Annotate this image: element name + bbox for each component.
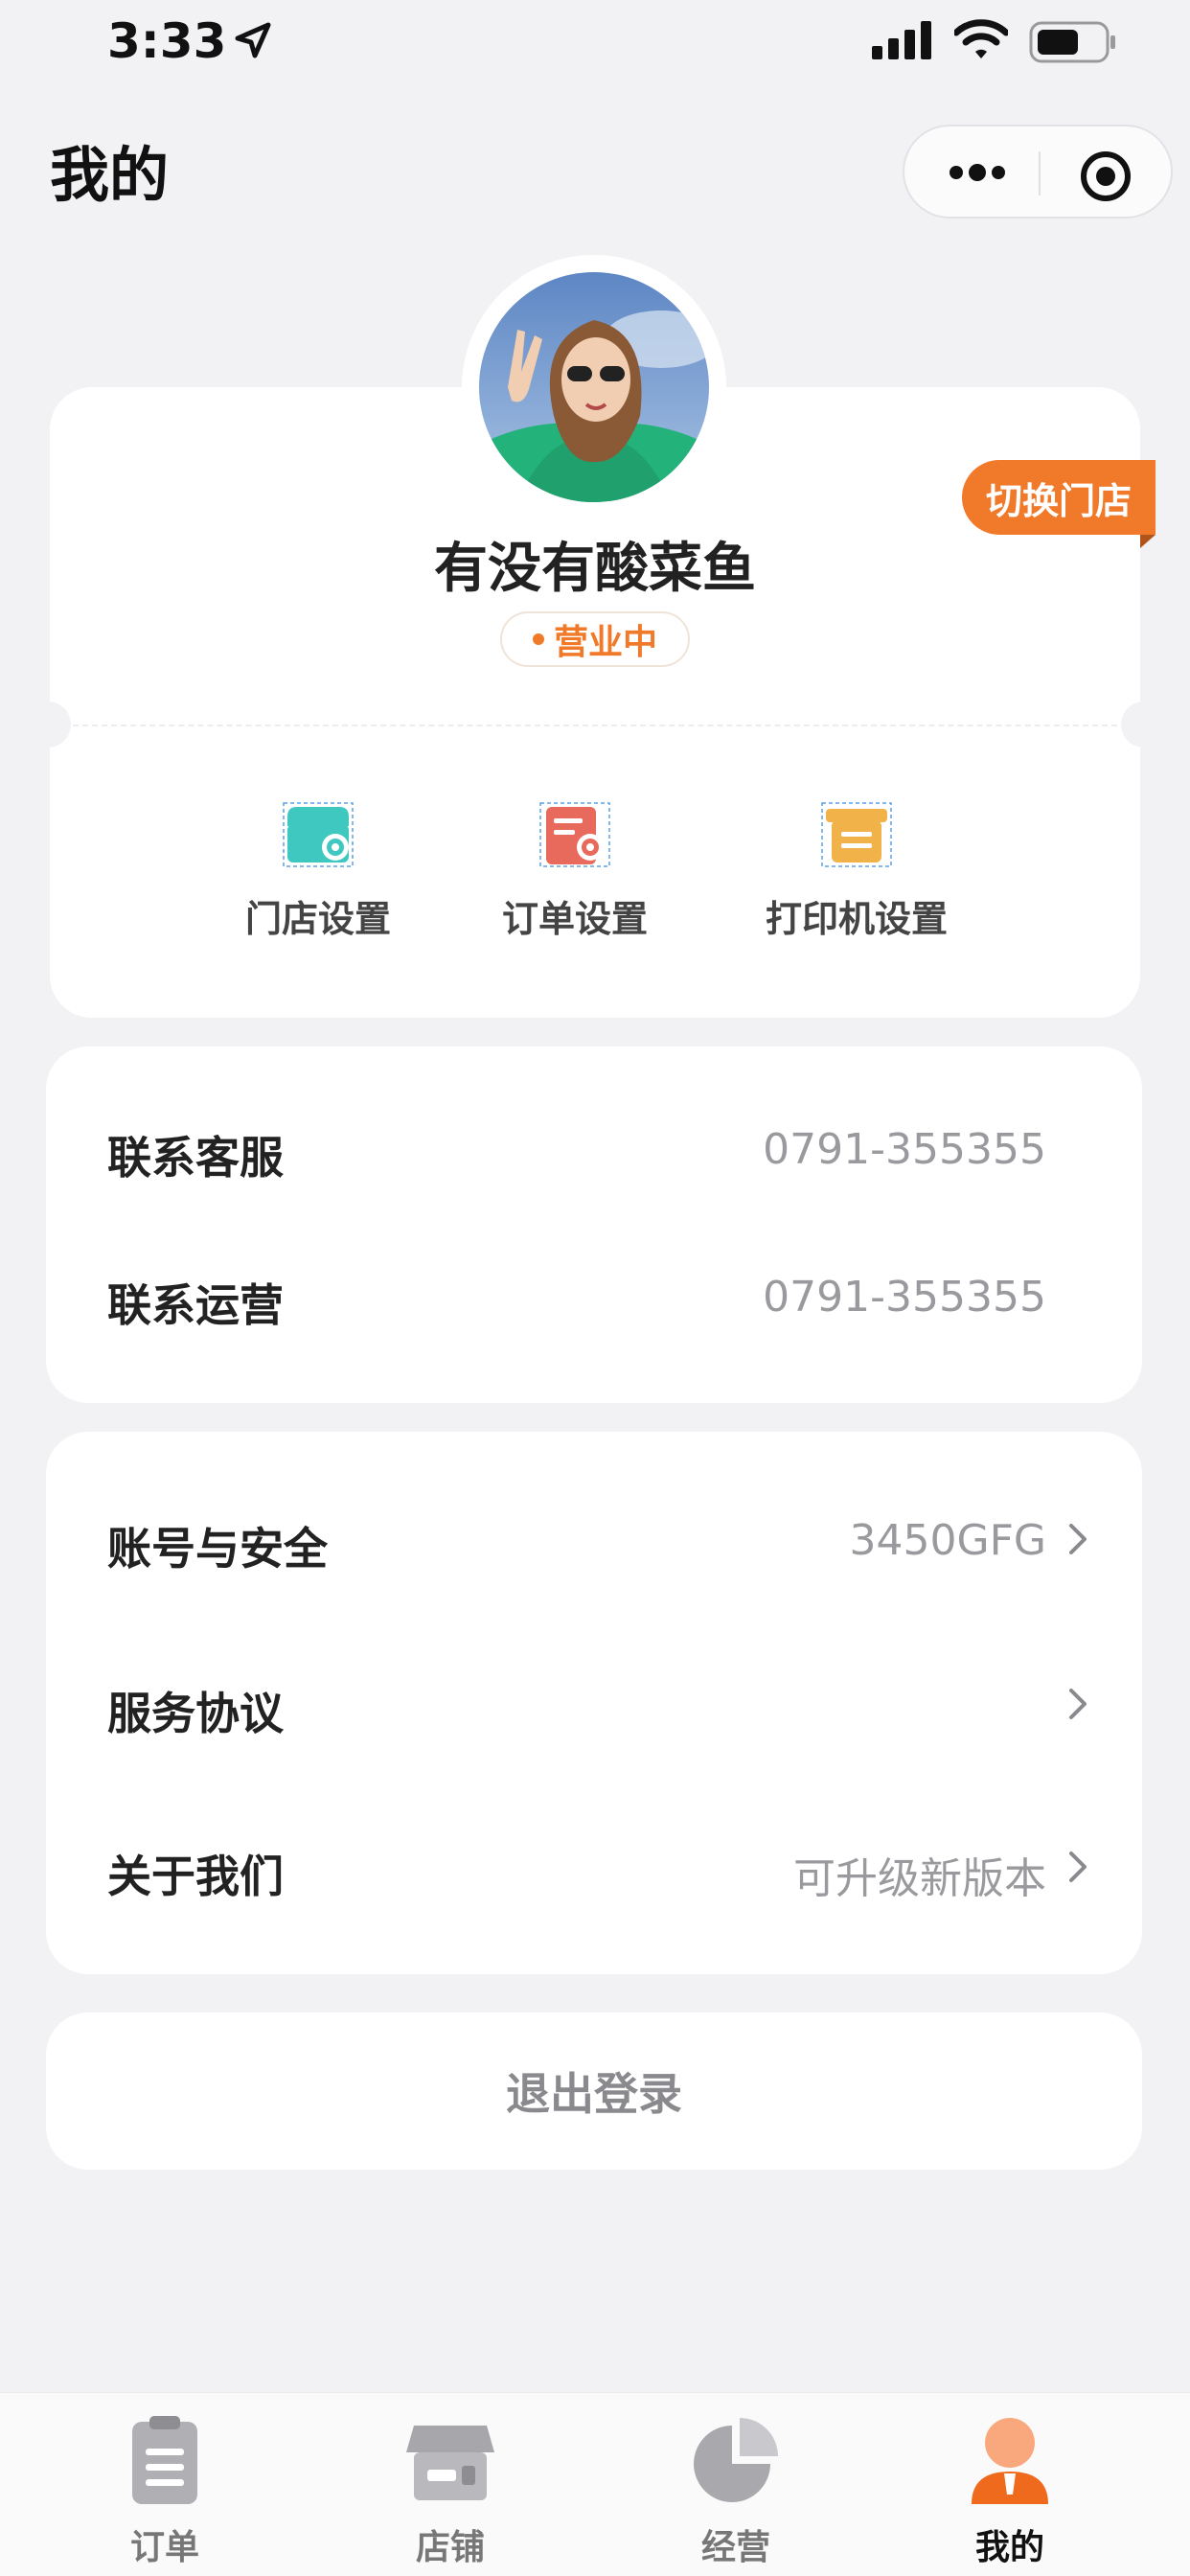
row-operations-contact[interactable]: 联系运营 0791-355355 — [46, 1248, 1142, 1344]
tab-label: 经营 — [700, 2528, 770, 2567]
shortcut-order-settings[interactable]: 订单设置 — [469, 801, 680, 942]
shortcut-label: 门店设置 — [244, 898, 391, 940]
settings-card: 账号与安全 3450GFG 服务协议 关于我们 可升级新版本 — [46, 1432, 1142, 1974]
tab-shop[interactable]: 店铺 — [355, 2412, 546, 2569]
avatar-photo — [479, 272, 709, 502]
printer-settings-icon — [821, 802, 892, 867]
card-notch-right — [1121, 702, 1167, 748]
order-clipboard-icon — [132, 2416, 197, 2504]
row-label: 服务协议 — [107, 1688, 284, 1739]
status-time: 3:33 — [107, 13, 227, 69]
switch-store-button[interactable]: 切换门店 — [962, 460, 1156, 535]
avatar[interactable] — [479, 272, 709, 502]
store-settings-icon — [283, 802, 354, 867]
row-customer-service[interactable]: 联系客服 0791-355355 — [46, 1100, 1142, 1196]
store-status-text: 营业中 — [553, 623, 657, 662]
wifi-icon — [954, 19, 1008, 58]
tab-mine[interactable]: 我的 — [914, 2412, 1106, 2569]
row-value[interactable]: 0791-355355 — [763, 1273, 1046, 1322]
more-icon[interactable] — [947, 155, 1008, 190]
row-label: 联系客服 — [107, 1132, 284, 1184]
row-account-security[interactable]: 账号与安全 3450GFG — [46, 1491, 1142, 1587]
row-service-agreement[interactable]: 服务协议 — [46, 1656, 1142, 1752]
shortcut-printer-settings[interactable]: 打印机设置 — [751, 801, 962, 942]
person-icon — [972, 2418, 1048, 2504]
tab-business[interactable]: 经营 — [640, 2412, 832, 2569]
row-label: 关于我们 — [107, 1851, 284, 1902]
capsule-divider — [1039, 151, 1041, 196]
shortcut-store-settings[interactable]: 门店设置 — [213, 801, 423, 942]
page-title: 我的 — [50, 140, 170, 210]
contact-card: 联系客服 0791-355355 联系运营 0791-355355 — [46, 1046, 1142, 1403]
location-arrow-icon — [235, 22, 271, 58]
chevron-right-icon — [1069, 1524, 1087, 1554]
shortcut-label: 订单设置 — [501, 898, 648, 940]
close-target-icon[interactable] — [1079, 150, 1133, 203]
tab-label: 订单 — [129, 2528, 199, 2567]
mini-program-capsule — [903, 125, 1173, 218]
chevron-right-icon — [1069, 1689, 1087, 1719]
store-name: 有没有酸菜鱼 — [434, 538, 756, 600]
battery-icon — [1029, 21, 1115, 63]
shortcut-label: 打印机设置 — [765, 898, 948, 940]
row-about-us[interactable]: 关于我们 可升级新版本 — [46, 1819, 1142, 1915]
row-label: 账号与安全 — [107, 1523, 328, 1575]
card-divider — [73, 724, 1117, 726]
cellular-signal-icon — [872, 21, 931, 59]
shop-icon — [406, 2426, 494, 2500]
order-settings-icon — [539, 802, 610, 867]
row-value[interactable]: 0791-355355 — [763, 1125, 1046, 1174]
tab-label: 我的 — [974, 2528, 1044, 2567]
tab-label: 店铺 — [415, 2528, 485, 2567]
logout-button[interactable]: 退出登录 — [46, 2012, 1142, 2170]
tab-bar: 订单 店铺 经营 我的 — [0, 2392, 1190, 2576]
tab-orders[interactable]: 订单 — [69, 2412, 261, 2569]
row-value: 可升级新版本 — [793, 1854, 1046, 1903]
store-status-badge: 营业中 — [500, 611, 690, 667]
card-notch-left — [25, 702, 71, 748]
row-label: 联系运营 — [107, 1279, 284, 1331]
chevron-right-icon — [1069, 1852, 1087, 1882]
row-value: 3450GFG — [849, 1516, 1046, 1565]
status-dot — [532, 633, 544, 645]
pie-chart-icon — [694, 2418, 778, 2502]
status-bar: 3:33 — [0, 0, 1190, 86]
